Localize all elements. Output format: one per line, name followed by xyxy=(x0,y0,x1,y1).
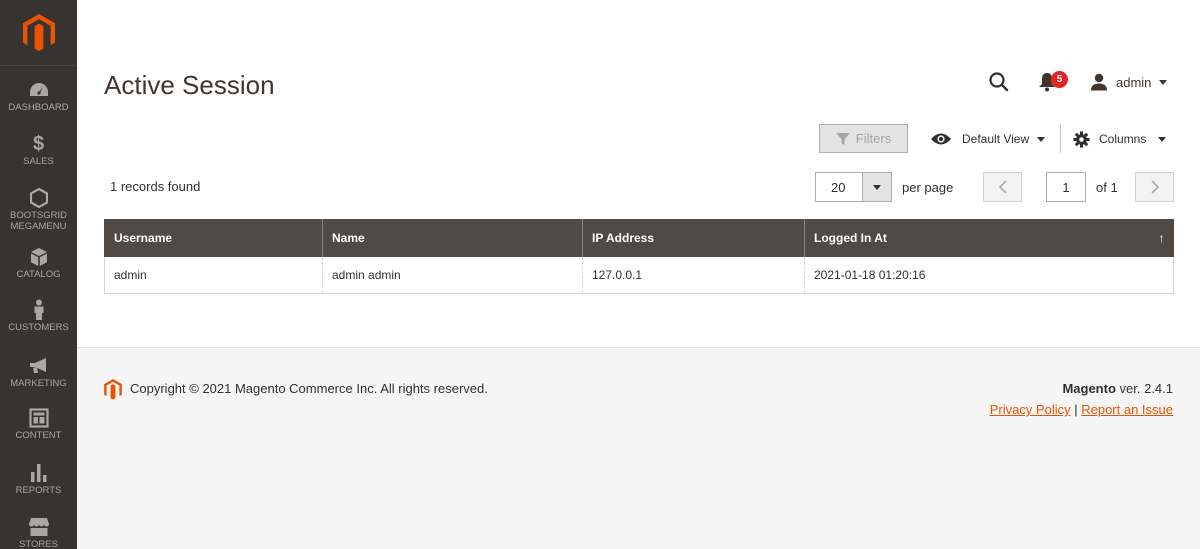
person-icon xyxy=(34,299,43,320)
version-text: Magento ver. 2.4.1 xyxy=(1062,381,1173,396)
hexagon-icon xyxy=(29,188,48,208)
search-icon xyxy=(989,72,1009,92)
previous-page-button[interactable] xyxy=(983,172,1022,202)
sidebar-item-label: CONTENT xyxy=(15,430,62,441)
page-title: Active Session xyxy=(104,70,275,100)
header-actions: 5 admin xyxy=(900,62,1200,102)
sidebar-item-bootsgrid-megamenu[interactable]: BOOTSGRID MEGAMENU xyxy=(0,186,77,232)
chevron-right-icon xyxy=(1150,180,1159,194)
sidebar-item-label: SALES xyxy=(23,156,54,167)
filter-icon xyxy=(835,132,850,145)
footer-link-separator: | xyxy=(1070,402,1082,417)
footer-links: Privacy Policy | Report an Issue xyxy=(990,402,1173,417)
filters-button-label: Filters xyxy=(855,131,892,146)
sidebar-item-label: CUSTOMERS xyxy=(8,322,69,333)
chevron-left-icon xyxy=(998,180,1007,194)
layout-icon xyxy=(28,408,49,428)
user-account-menu[interactable]: admin xyxy=(1090,71,1168,93)
sidebar-item-label: MARKETING xyxy=(10,378,67,389)
sidebar-item-reports[interactable]: REPORTS xyxy=(0,461,77,496)
user-name: admin xyxy=(1116,74,1152,90)
sidebar-item-content[interactable]: CONTENT xyxy=(0,406,77,441)
column-header-label: Logged In At xyxy=(814,231,887,245)
sidebar-item-label-2: MEGAMENU xyxy=(10,221,67,232)
total-pages-label: of 1 xyxy=(1096,180,1118,195)
global-search-button[interactable] xyxy=(987,70,1011,94)
column-header-logged-in-at[interactable]: Logged In At ↑ xyxy=(804,219,1174,257)
per-page-label: per page xyxy=(902,180,954,195)
magento-logo[interactable] xyxy=(0,0,77,66)
bar-chart-icon xyxy=(30,464,46,482)
cell-ip-address: 127.0.0.1 xyxy=(582,257,805,294)
sidebar-item-catalog[interactable]: CATALOG xyxy=(0,245,77,280)
filters-button[interactable]: Filters xyxy=(819,124,908,153)
default-view-label: Default View xyxy=(962,132,1030,146)
notifications-count-badge: 5 xyxy=(1051,71,1068,88)
column-header-username[interactable]: Username xyxy=(104,219,323,257)
chevron-down-icon xyxy=(1158,136,1167,142)
sidebar-item-stores[interactable]: STORES xyxy=(0,515,77,549)
copyright-text: Copyright © 2021 Magento Commerce Inc. A… xyxy=(130,381,488,396)
sidebar-item-sales[interactable]: $ SALES xyxy=(0,132,77,168)
table-row[interactable]: admin admin admin 127.0.0.1 2021-01-18 0… xyxy=(104,257,1174,294)
magento-logo-icon xyxy=(22,13,55,51)
cell-username: admin xyxy=(104,257,323,294)
sidebar-item-label: DASHBOARD xyxy=(8,102,69,113)
per-page-select[interactable]: 20 xyxy=(815,172,892,202)
megaphone-icon xyxy=(29,358,46,373)
column-header-ip-address[interactable]: IP Address xyxy=(582,219,805,257)
column-header-name[interactable]: Name xyxy=(322,219,583,257)
column-header-label: Username xyxy=(114,231,173,245)
sidebar-item-label: CATALOG xyxy=(16,269,61,280)
toolbar-divider xyxy=(1060,124,1061,153)
cell-logged-in-at: 2021-01-18 01:20:16 xyxy=(804,257,1174,294)
columns-dropdown[interactable]: Columns xyxy=(1073,128,1167,150)
magento-footer-logo-icon xyxy=(104,379,122,400)
next-page-button[interactable] xyxy=(1135,172,1174,202)
main-content: Active Session 5 admin Filters Default V… xyxy=(77,0,1200,549)
sidebar-item-label: STORES xyxy=(19,539,58,549)
sessions-grid: Username Name IP Address Logged In At ↑ a… xyxy=(104,219,1174,294)
chevron-down-icon xyxy=(1159,79,1168,85)
grid-header-row: Username Name IP Address Logged In At ↑ xyxy=(104,219,1174,257)
records-count: 1 records found xyxy=(110,179,201,194)
current-page-input[interactable] xyxy=(1046,172,1086,202)
store-icon xyxy=(28,518,49,536)
page-footer: Copyright © 2021 Magento Commerce Inc. A… xyxy=(77,347,1200,549)
gear-icon xyxy=(1073,130,1090,148)
report-issue-link[interactable]: Report an Issue xyxy=(1081,402,1173,417)
dashboard-icon xyxy=(29,83,48,96)
box-icon xyxy=(30,248,47,266)
default-view-dropdown[interactable]: Default View xyxy=(930,128,1046,150)
eye-icon xyxy=(931,133,951,145)
cell-name: admin admin xyxy=(322,257,583,294)
sidebar-item-customers[interactable]: CUSTOMERS xyxy=(0,298,77,333)
column-header-label: Name xyxy=(332,231,365,245)
columns-label: Columns xyxy=(1099,132,1147,146)
sidebar-item-label: BOOTSGRID xyxy=(9,210,67,221)
sort-ascending-icon: ↑ xyxy=(1158,231,1165,245)
dollar-icon: $ xyxy=(32,132,45,155)
column-header-label: IP Address xyxy=(592,231,655,245)
sidebar-item-dashboard[interactable]: DASHBOARD xyxy=(0,78,77,113)
sidebar-item-label: REPORTS xyxy=(15,485,62,496)
version-number: ver. 2.4.1 xyxy=(1115,381,1173,396)
privacy-policy-link[interactable]: Privacy Policy xyxy=(990,402,1071,417)
user-icon xyxy=(1091,73,1107,91)
chevron-down-icon xyxy=(862,173,891,201)
sidebar-item-marketing[interactable]: MARKETING xyxy=(0,354,77,389)
chevron-down-icon xyxy=(1037,136,1046,142)
version-brand: Magento xyxy=(1062,381,1116,396)
per-page-value: 20 xyxy=(831,180,846,195)
admin-sidebar: DASHBOARD $ SALES BOOTSGRID MEGAMENU CAT… xyxy=(0,0,77,549)
